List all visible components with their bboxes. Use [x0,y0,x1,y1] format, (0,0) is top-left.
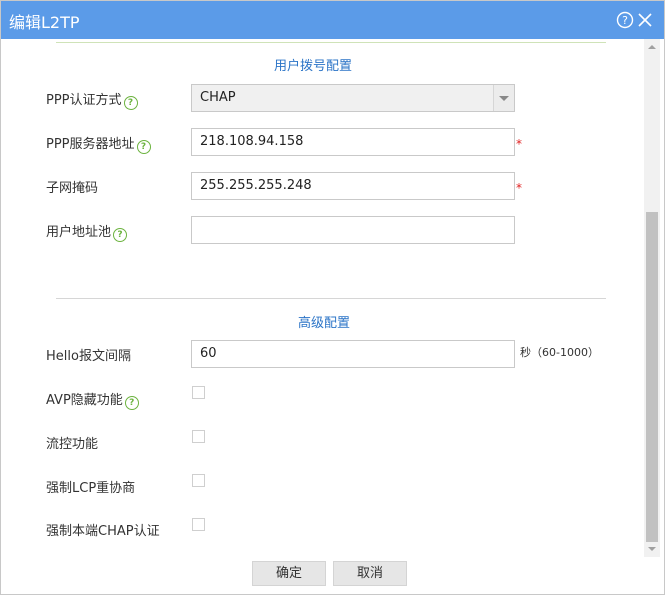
force-lcp-checkbox[interactable] [192,474,205,487]
required-mark: * [516,137,522,151]
address-pool-input[interactable] [191,216,515,244]
subnet-mask-input[interactable]: 255.255.255.248 [191,172,515,200]
scroll-down-arrow-icon[interactable] [646,545,658,553]
section-title-dial: 用户拨号配置 [274,59,353,74]
force-chap-checkbox[interactable] [192,518,205,531]
hello-interval-input[interactable]: 60 [191,340,515,368]
flow-control-label: 流控功能 [46,437,99,452]
title-bar: 编辑L2TP ? [1,1,664,39]
ppp-server-label: PPP服务器地址? [46,133,151,154]
ppp-auth-label: PPP认证方式? [46,89,138,110]
flow-control-checkbox[interactable] [192,430,205,443]
avp-hide-checkbox[interactable] [192,386,205,399]
ppp-server-input[interactable]: 218.108.94.158 [191,128,515,156]
svg-text:?: ? [622,14,628,27]
ppp-auth-select[interactable]: CHAP [191,84,515,112]
help-circle-icon[interactable]: ? [616,11,634,29]
close-icon[interactable] [636,11,654,29]
scroll-up-arrow-icon[interactable] [646,43,658,51]
help-icon[interactable]: ? [113,228,128,242]
edit-l2tp-dialog: 编辑L2TP ? 用户拨号配置 PPP认证方式? CHAP PPP服务器地址? … [0,0,665,595]
subnet-mask-label: 子网掩码 [46,181,99,196]
hello-interval-label: Hello报文间隔 [46,349,131,364]
top-divider [56,42,606,43]
required-mark: * [516,181,522,195]
hello-interval-unit: 秒（60-1000） [520,346,599,359]
help-icon[interactable]: ? [123,96,138,110]
force-chap-label: 强制本端CHAP认证 [46,524,160,539]
scrollbar-thumb[interactable] [646,212,658,542]
help-icon[interactable]: ? [124,396,139,410]
dialog-title: 编辑L2TP [9,13,80,32]
address-pool-label: 用户地址池? [46,221,128,242]
cancel-button[interactable]: 取消 [333,561,407,586]
section-title-advanced: 高级配置 [298,316,351,331]
avp-hide-label: AVP隐藏功能? [46,389,139,410]
help-icon[interactable]: ? [136,140,151,154]
force-lcp-label: 强制LCP重协商 [46,481,136,496]
chevron-down-icon[interactable] [493,85,514,111]
section-divider [56,298,606,299]
ok-button[interactable]: 确定 [252,561,326,586]
